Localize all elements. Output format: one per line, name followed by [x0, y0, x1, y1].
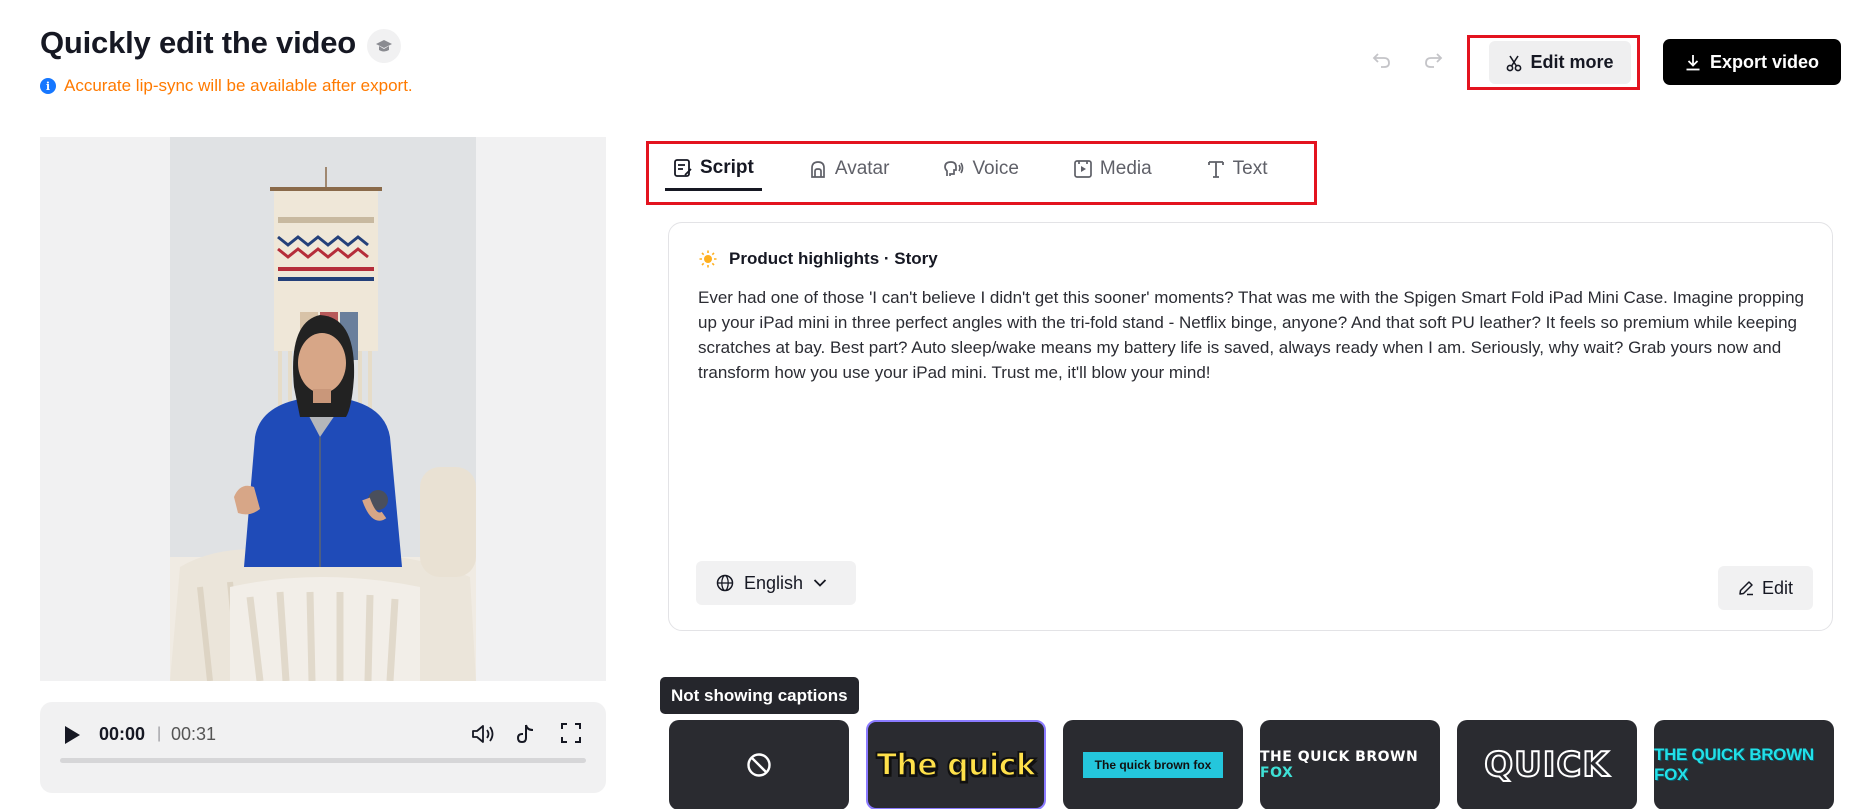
editor-tabs: Script Avatar Voice Media Text [665, 147, 1276, 192]
voice-icon [944, 161, 964, 176]
graduation-cap-icon[interactable] [367, 29, 401, 63]
total-time: 00:31 [171, 724, 217, 744]
tab-media[interactable]: Media [1065, 147, 1160, 191]
export-video-button[interactable]: Export video [1663, 39, 1841, 85]
language-select[interactable]: English [696, 561, 856, 605]
script-panel: Product highlights · Story Ever had one … [668, 222, 1833, 631]
volume-icon[interactable] [470, 722, 496, 751]
edit-script-label: Edit [1761, 577, 1794, 598]
tab-avatar[interactable]: Avatar [800, 147, 898, 191]
edit-more-button[interactable]: Edit more [1489, 41, 1631, 84]
captions-tooltip: Not showing captions [660, 677, 859, 714]
caption-preview-text-main: THE QUICK BROWN [1260, 749, 1419, 765]
caption-style-outline[interactable]: QUICK [1457, 720, 1637, 809]
scissors-icon [1507, 55, 1522, 71]
tab-avatar-label: Avatar [834, 158, 890, 179]
script-heading-text: Product highlights · Story [729, 249, 938, 268]
video-player-controls: 00:00 | 00:31 [40, 702, 606, 793]
avatar-video-image [170, 137, 476, 681]
notice-text: Accurate lip-sync will be available afte… [64, 76, 413, 95]
tab-voice[interactable]: Voice [935, 147, 1026, 191]
text-icon [1207, 161, 1224, 178]
fullscreen-icon[interactable] [560, 722, 582, 749]
tab-voice-label: Voice [972, 158, 1019, 179]
info-icon: i [40, 78, 56, 94]
caption-preview-text: QUICK [1483, 744, 1610, 786]
avatar-video-frame[interactable] [170, 137, 476, 681]
undo-icon[interactable] [1372, 50, 1392, 75]
caption-preview-text: THE QUICK BROWN FOX [1260, 749, 1440, 781]
tiktok-icon[interactable] [515, 722, 537, 751]
chevron-down-icon [813, 579, 827, 587]
redo-icon[interactable] [1423, 50, 1443, 75]
tab-text[interactable]: Text [1198, 147, 1276, 191]
tab-script-label: Script [700, 156, 754, 178]
tab-media-label: Media [1099, 158, 1152, 179]
caption-preview-text-accent: FOX [1260, 765, 1294, 781]
caption-preview-text: THE QUICK BROWN FOX [1654, 745, 1814, 784]
caption-style-cyan-box[interactable]: The quick brown fox [1063, 720, 1243, 809]
pencil-icon [1739, 581, 1753, 596]
script-icon [674, 158, 692, 177]
globe-icon [716, 574, 734, 592]
current-time: 00:00 [99, 724, 146, 744]
sparkle-sun-icon [699, 250, 717, 268]
play-icon[interactable] [62, 724, 82, 751]
caption-preview-text: The quick brown fox [1082, 752, 1224, 778]
caption-style-cyan-condensed[interactable]: THE QUICK BROWN FOX [1654, 720, 1834, 809]
edit-script-button[interactable]: Edit [1718, 566, 1813, 610]
language-value: English [744, 572, 804, 593]
video-preview [40, 137, 606, 681]
progress-track[interactable] [60, 758, 586, 763]
no-captions-icon [747, 753, 771, 777]
download-icon [1686, 54, 1700, 70]
script-body[interactable]: Ever had one of those 'I can't believe I… [698, 285, 1808, 385]
caption-style-uppercase-accent[interactable]: THE QUICK BROWN FOX [1260, 720, 1440, 809]
page-title: Quickly edit the video [40, 25, 357, 60]
avatar-icon [811, 161, 825, 178]
lip-sync-notice: i Accurate lip-sync will be available af… [40, 76, 413, 96]
edit-more-label: Edit more [1530, 52, 1614, 72]
media-icon [1074, 160, 1092, 178]
script-heading: Product highlights · Story [699, 249, 938, 269]
time-separator: | [157, 725, 162, 742]
caption-style-none[interactable] [669, 720, 849, 809]
caption-preview-text: The quick [876, 747, 1037, 784]
export-video-label: Export video [1709, 51, 1820, 72]
tab-script[interactable]: Script [665, 147, 762, 191]
tab-text-label: Text [1232, 158, 1268, 179]
caption-style-bold-yellow[interactable]: The quick [866, 720, 1046, 809]
